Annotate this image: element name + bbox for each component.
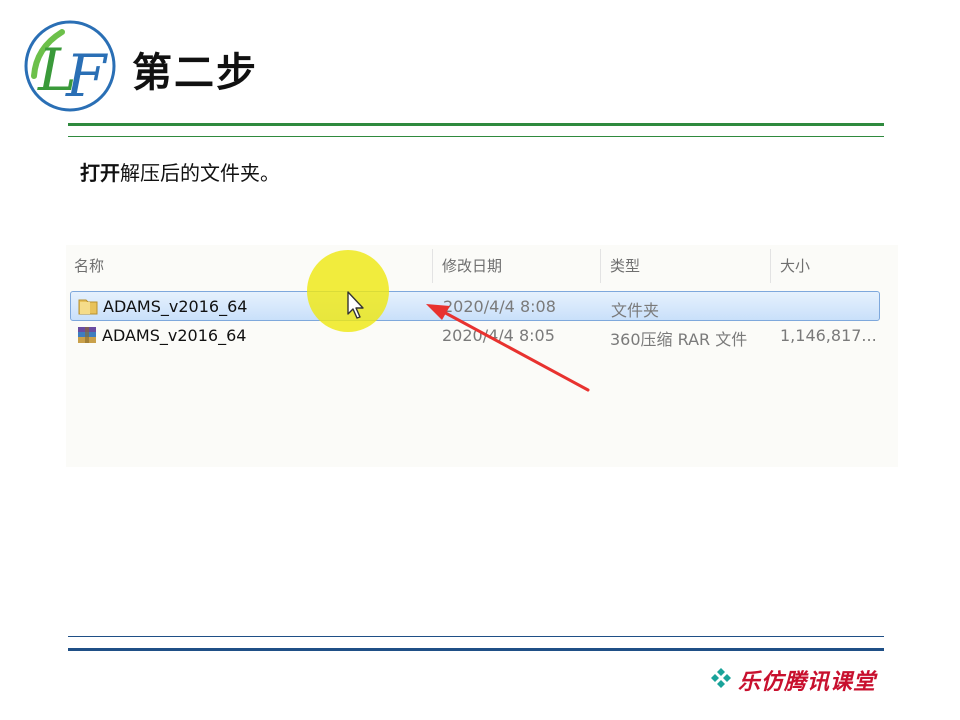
instruction-text: 打开解压后的文件夹。: [80, 157, 280, 186]
rar-archive-icon: [78, 327, 96, 343]
column-divider[interactable]: [600, 249, 601, 283]
footer-rule-thick: [68, 648, 884, 651]
diamond-cluster-icon: [711, 668, 731, 688]
file-name: ADAMS_v2016_64: [102, 326, 247, 345]
folder-icon: [78, 299, 98, 315]
column-header-size[interactable]: 大小: [780, 255, 810, 276]
footer-rule-thin: [68, 636, 884, 637]
header-rule-thick: [68, 123, 884, 126]
instruction-bold: 打开: [80, 161, 120, 185]
column-header-date-modified[interactable]: 修改日期: [442, 255, 502, 276]
mouse-cursor-icon: [347, 291, 364, 319]
instruction-rest: 解压后的文件夹。: [120, 161, 280, 185]
lf-logo: L F: [24, 20, 116, 112]
brand-name: 乐仿腾讯课堂: [738, 669, 877, 695]
file-type: 文件夹: [611, 301, 660, 320]
header-rule-thin: [68, 136, 884, 137]
column-header-type[interactable]: 类型: [610, 255, 640, 276]
svg-text:F: F: [65, 42, 108, 110]
slide-title: 第二步: [132, 50, 258, 96]
red-arrow-icon: [426, 304, 590, 392]
footer-brand: 乐仿腾讯课堂: [710, 662, 890, 695]
column-divider[interactable]: [770, 249, 771, 283]
file-type: 360压缩 RAR 文件: [610, 330, 748, 349]
file-size: 1,146,817...: [780, 326, 877, 345]
column-divider[interactable]: [432, 249, 433, 283]
file-name: ADAMS_v2016_64: [103, 297, 248, 316]
column-header-name[interactable]: 名称: [74, 255, 104, 276]
